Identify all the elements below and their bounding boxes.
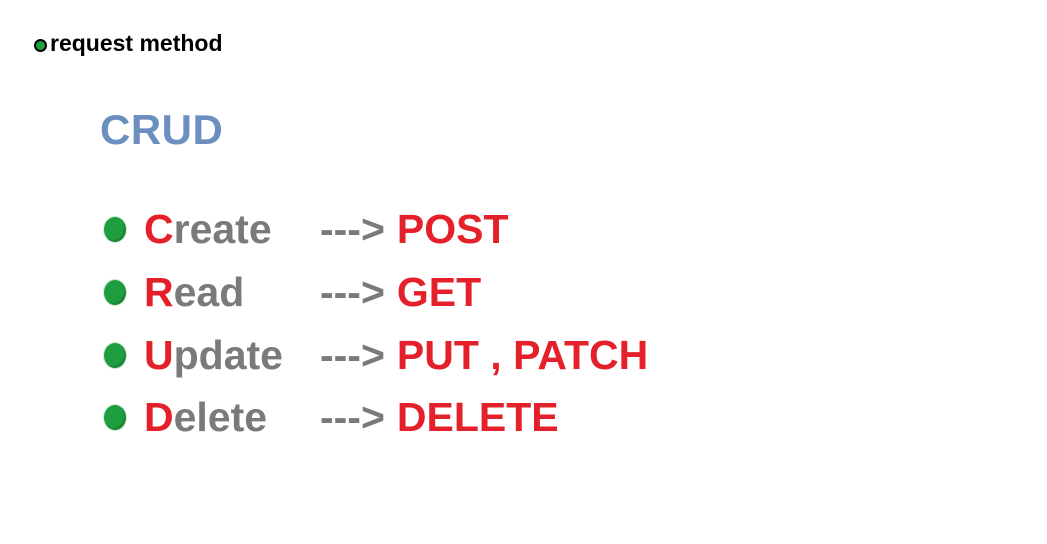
operation-label: Read — [144, 269, 320, 316]
arrow: ---> — [320, 393, 385, 440]
bullet-dot-icon — [104, 342, 126, 368]
operation-label: Delete — [144, 394, 320, 441]
crud-row-delete: Delete ---> DELETE — [104, 392, 559, 442]
operation-label: Update — [144, 332, 320, 379]
arrow: ---> — [320, 331, 385, 378]
operation-initial: C — [144, 205, 174, 252]
http-method: GET — [396, 268, 482, 315]
crud-row-create: Create ---> POST — [104, 204, 509, 254]
bullet-dot-icon — [104, 279, 126, 305]
operation-initial: U — [144, 331, 174, 378]
http-method: PUT , PATCH — [396, 331, 649, 378]
crud-row-update: Update ---> PUT , PATCH — [104, 330, 648, 380]
operation-initial: D — [144, 393, 174, 440]
operation-initial: R — [144, 268, 174, 315]
crud-title: CRUD — [100, 106, 224, 153]
operation-rest: reate — [173, 205, 272, 252]
bullet-dot-icon — [104, 404, 126, 430]
bullet-dot-icon — [34, 39, 47, 52]
crud-row-read: Read ---> GET — [104, 267, 481, 317]
header: request method — [34, 30, 223, 57]
http-method: POST — [396, 205, 509, 252]
header-title: request method — [50, 30, 223, 56]
arrow: ---> — [320, 205, 385, 252]
arrow: ---> — [320, 268, 385, 315]
operation-rest: ead — [173, 268, 245, 315]
operation-rest: pdate — [173, 331, 283, 378]
operation-rest: elete — [173, 393, 268, 440]
http-method: DELETE — [396, 393, 559, 440]
operation-label: Create — [144, 206, 320, 253]
bullet-dot-icon — [104, 216, 126, 242]
